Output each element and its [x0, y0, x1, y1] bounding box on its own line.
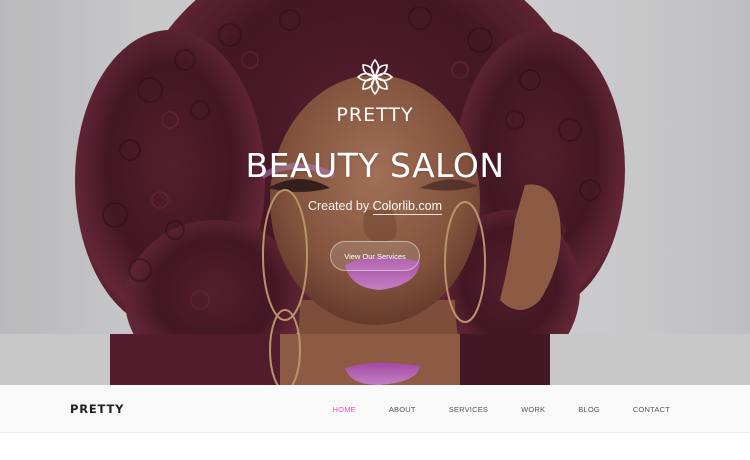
- colorlib-link[interactable]: Colorlib.com: [372, 199, 443, 215]
- content-area: [0, 433, 750, 460]
- nav-link-about[interactable]: ABOUT: [389, 405, 416, 414]
- nav-brand-logo[interactable]: PRETTY: [70, 402, 124, 416]
- hero-section: PRETTY BEAUTY SALON Created by Colorlib.…: [0, 0, 750, 385]
- navbar: PRETTY HOME ABOUT SERVICES WORK BLOG CON…: [0, 385, 750, 433]
- nav-links: HOME ABOUT SERVICES WORK BLOG CONTACT: [300, 405, 670, 414]
- view-services-button[interactable]: View Our Services: [330, 241, 420, 271]
- nav-link-services[interactable]: SERVICES: [449, 405, 488, 414]
- hero-subtitle: Created by Colorlib.com: [0, 199, 750, 215]
- hero-heading: BEAUTY SALON: [245, 146, 505, 185]
- hero-brand-title: PRETTY: [336, 104, 414, 126]
- lotus-flower-icon: [356, 58, 394, 96]
- nav-link-blog[interactable]: BLOG: [578, 405, 600, 414]
- hero-subtitle-prefix: Created by: [307, 199, 373, 213]
- nav-link-home[interactable]: HOME: [333, 405, 356, 414]
- nav-link-work[interactable]: WORK: [521, 405, 545, 414]
- nav-link-contact[interactable]: CONTACT: [633, 405, 670, 414]
